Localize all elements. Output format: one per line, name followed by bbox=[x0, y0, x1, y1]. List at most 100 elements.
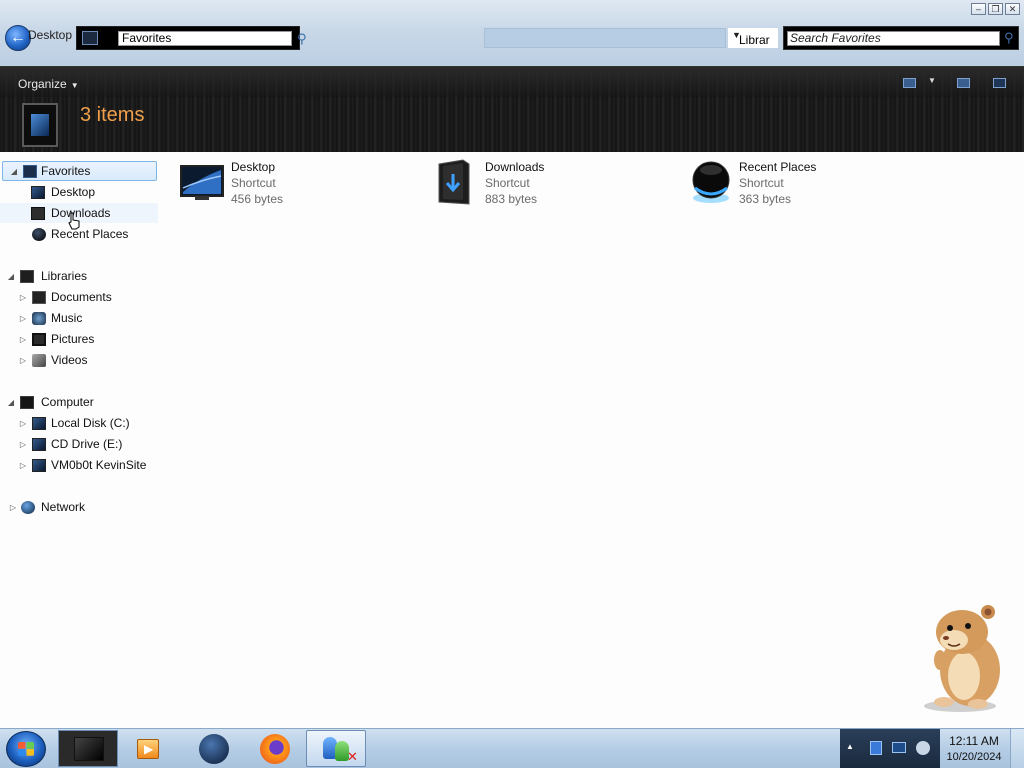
help-icon[interactable] bbox=[993, 78, 1006, 88]
collapsed-arrow-icon[interactable]: ▷ bbox=[18, 314, 28, 323]
libraries-dropdown-label: Librar bbox=[739, 33, 770, 47]
navigation-pane: ◢ Favorites Desktop Downloads Recent Pla… bbox=[0, 152, 160, 728]
network-drive-icon bbox=[32, 458, 46, 472]
nav-libraries[interactable]: ◢ Libraries bbox=[0, 266, 158, 286]
item-count: 3 items bbox=[80, 104, 145, 126]
command-bar: Organize ▼ ▼ 3 items bbox=[0, 66, 1024, 152]
libraries-dropdown[interactable]: ▼ Librar bbox=[728, 28, 778, 48]
hamster-mascot-icon bbox=[924, 605, 1000, 712]
search-icon[interactable]: ⚲ bbox=[297, 31, 307, 47]
system-tray bbox=[840, 729, 940, 768]
nav-label: Computer bbox=[41, 395, 94, 409]
network-icon bbox=[21, 500, 35, 514]
file-type: Shortcut bbox=[485, 176, 530, 190]
collapsed-arrow-icon[interactable]: ▷ bbox=[18, 440, 28, 449]
file-name: Recent Places bbox=[739, 160, 817, 174]
nav-music[interactable]: ▷ Music bbox=[0, 308, 158, 328]
documents-icon bbox=[32, 290, 46, 304]
nav-label: Music bbox=[51, 311, 83, 325]
favorites-folder-icon bbox=[22, 103, 58, 147]
music-icon bbox=[32, 311, 46, 325]
start-button[interactable] bbox=[6, 731, 46, 767]
cd-drive-icon bbox=[32, 437, 46, 451]
preview-pane-icon[interactable] bbox=[957, 78, 970, 88]
local-disk-icon bbox=[32, 416, 46, 430]
tray-network-icon[interactable] bbox=[892, 742, 906, 753]
search-input[interactable]: Search Favorites bbox=[787, 31, 1000, 46]
recent-places-shortcut-icon bbox=[692, 161, 730, 203]
show-desktop-button[interactable] bbox=[1010, 729, 1024, 768]
media-player-icon: ▶ bbox=[137, 739, 159, 759]
globe-icon bbox=[199, 734, 229, 764]
nav-label: Videos bbox=[51, 353, 88, 367]
file-item-downloads[interactable]: Downloads Shortcut 883 bytes bbox=[433, 158, 673, 210]
nav-pictures[interactable]: ▷ Pictures bbox=[0, 329, 158, 349]
clock-date: 10/20/2024 bbox=[946, 751, 1002, 763]
expand-arrow-icon[interactable]: ◢ bbox=[6, 398, 16, 407]
close-button[interactable]: ✕ bbox=[1005, 3, 1020, 15]
file-name: Downloads bbox=[485, 160, 545, 174]
nav-desktop[interactable]: Desktop bbox=[0, 182, 158, 202]
nav-label: Desktop bbox=[51, 185, 96, 199]
file-item-recent-places[interactable]: Recent Places Shortcut 363 bytes bbox=[687, 158, 927, 210]
pictures-icon bbox=[32, 332, 46, 346]
explorer-icon bbox=[74, 737, 104, 761]
nav-computer[interactable]: ◢ Computer bbox=[0, 392, 158, 412]
tray-volume-icon[interactable] bbox=[916, 741, 930, 755]
error-icon: ✕ bbox=[347, 749, 358, 764]
nav-network-drive[interactable]: ▷ VM0b0t KevinSite bbox=[0, 455, 158, 475]
libraries-icon bbox=[20, 269, 34, 283]
expand-arrow-icon[interactable]: ◢ bbox=[9, 167, 19, 176]
clock[interactable]: 12:11 AM 10/20/2024 bbox=[940, 729, 1008, 768]
nav-label: Local Disk (C:) bbox=[51, 416, 130, 430]
title-ghost-text: Desktop bbox=[28, 28, 73, 42]
desktop-shortcut-icon bbox=[180, 165, 224, 200]
restore-button[interactable]: ❐ bbox=[988, 3, 1003, 15]
nav-network[interactable]: ▷ Network bbox=[0, 497, 158, 517]
collapsed-arrow-icon[interactable]: ▷ bbox=[18, 419, 28, 428]
nav-documents[interactable]: ▷ Documents bbox=[0, 287, 158, 307]
taskbar-explorer-button[interactable] bbox=[58, 730, 118, 767]
file-name: Desktop bbox=[231, 160, 276, 174]
file-size: 456 bytes bbox=[231, 192, 284, 206]
downloads-shortcut-icon bbox=[438, 159, 470, 205]
change-view-icon[interactable] bbox=[903, 78, 916, 88]
file-item-desktop[interactable]: Desktop Shortcut 456 bytes bbox=[179, 158, 419, 210]
chevron-down-icon: ▼ bbox=[70, 81, 79, 90]
taskbar-media-player-button[interactable]: ▶ bbox=[118, 730, 178, 767]
file-type: Shortcut bbox=[739, 176, 784, 190]
chevron-down-icon[interactable]: ▼ bbox=[928, 76, 936, 85]
search-icon[interactable]: ⚲ bbox=[1004, 30, 1014, 46]
collapsed-arrow-icon[interactable]: ▷ bbox=[18, 356, 28, 365]
taskbar-users-button[interactable]: ✕ bbox=[306, 730, 366, 767]
tray-expand-icon[interactable]: ▲ bbox=[846, 742, 854, 751]
nav-label: VM0b0t KevinSite bbox=[51, 458, 147, 472]
file-size: 883 bytes bbox=[485, 192, 538, 206]
libraries-bar bbox=[484, 28, 726, 48]
taskbar-globe-button[interactable] bbox=[183, 730, 243, 767]
taskbar-firefox-button[interactable] bbox=[244, 730, 304, 767]
collapsed-arrow-icon[interactable]: ▷ bbox=[18, 335, 28, 344]
star-icon bbox=[23, 164, 37, 178]
address-path[interactable]: Favorites bbox=[122, 31, 171, 45]
taskbar: ▶ ✕ 12:11 AM 10/20/2024 bbox=[0, 728, 1024, 768]
tray-app-icon[interactable] bbox=[870, 741, 882, 755]
collapsed-arrow-icon[interactable]: ▷ bbox=[8, 503, 18, 512]
nav-local-disk[interactable]: ▷ Local Disk (C:) bbox=[0, 413, 158, 433]
nav-label: CD Drive (E:) bbox=[51, 437, 123, 451]
collapsed-arrow-icon[interactable]: ▷ bbox=[18, 461, 28, 470]
minimize-button[interactable]: – bbox=[971, 3, 986, 15]
nav-label: Recent Places bbox=[51, 227, 129, 241]
nav-label: Libraries bbox=[41, 269, 88, 283]
organize-menu[interactable]: Organize ▼ bbox=[18, 77, 79, 91]
computer-icon bbox=[20, 395, 34, 409]
nav-videos[interactable]: ▷ Videos bbox=[0, 350, 158, 370]
nav-cd-drive[interactable]: ▷ CD Drive (E:) bbox=[0, 434, 158, 454]
firefox-icon bbox=[260, 734, 290, 764]
nav-label: Documents bbox=[51, 290, 112, 304]
file-size: 363 bytes bbox=[739, 192, 792, 206]
nav-favorites[interactable]: ◢ Favorites bbox=[2, 161, 157, 181]
collapsed-arrow-icon[interactable]: ▷ bbox=[18, 293, 28, 302]
nav-label: Favorites bbox=[41, 164, 91, 178]
expand-arrow-icon[interactable]: ◢ bbox=[6, 272, 16, 281]
